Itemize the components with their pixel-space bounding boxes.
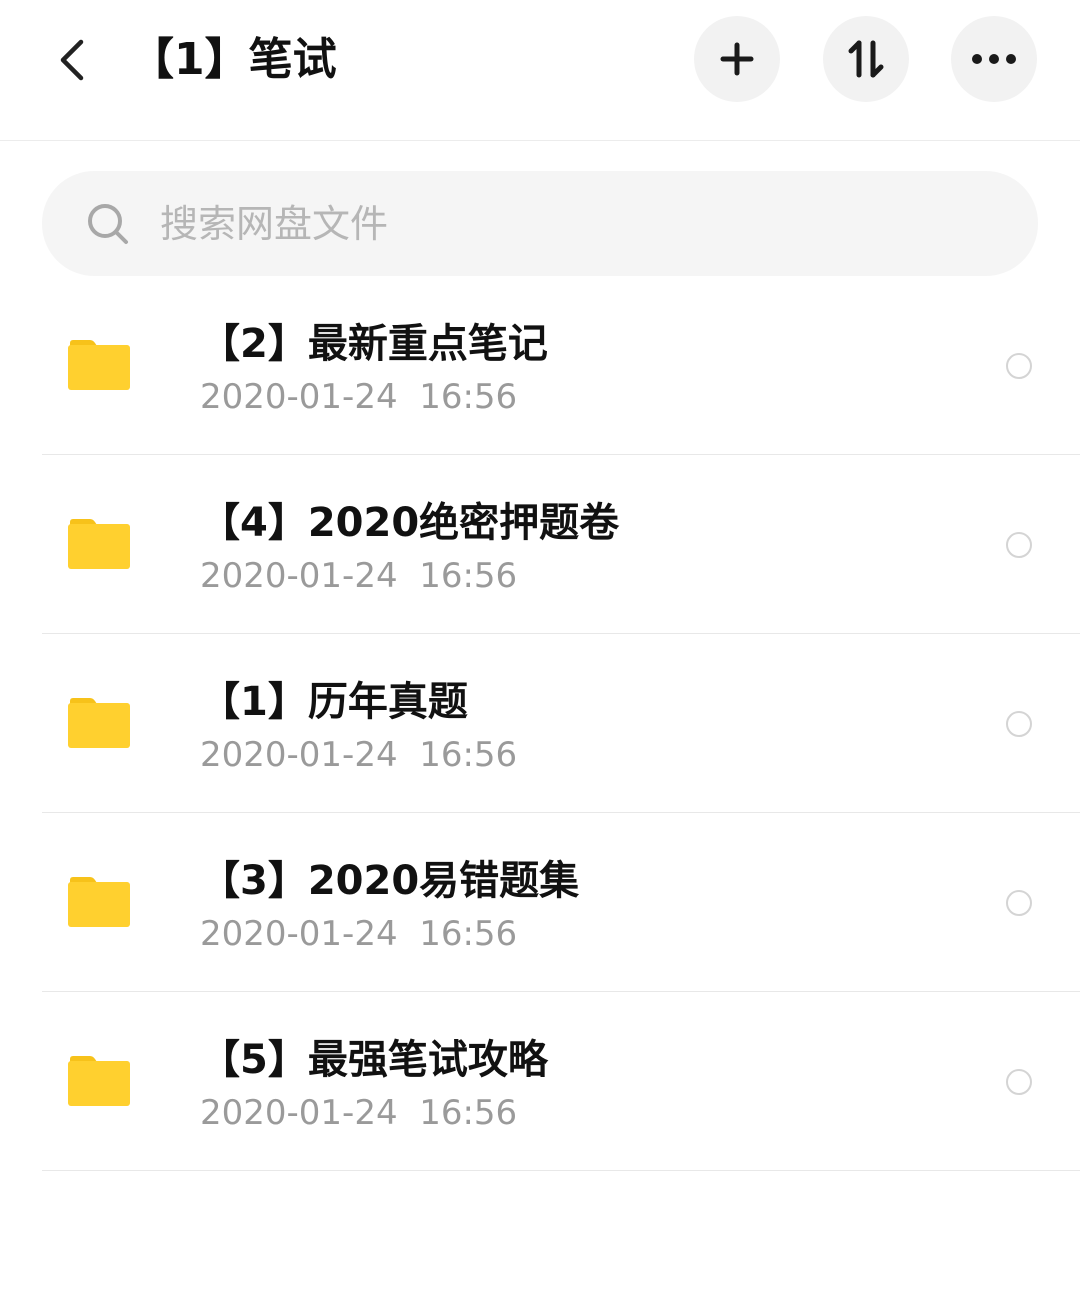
file-name: 【4】2020绝密押题卷 <box>200 500 620 546</box>
list-item[interactable]: 【5】最强笔试攻略 2020-01-24 16:56 <box>0 992 1080 1171</box>
file-date: 2020-01-24 16:56 <box>200 1093 518 1133</box>
list-item[interactable]: 【1】历年真题 2020-01-24 16:56 <box>0 634 1080 813</box>
search-placeholder: 搜索网盘文件 <box>160 202 389 246</box>
file-list: 【2】最新重点笔记 2020-01-24 16:56 【4】2020绝密押题卷 … <box>0 276 1080 1171</box>
add-button[interactable] <box>694 16 780 102</box>
file-name: 【3】2020易错题集 <box>200 858 580 904</box>
select-checkbox[interactable] <box>1006 532 1032 558</box>
select-checkbox[interactable] <box>1006 353 1032 379</box>
file-date: 2020-01-24 16:56 <box>200 556 518 596</box>
plus-icon <box>720 42 754 76</box>
list-item[interactable]: 【3】2020易错题集 2020-01-24 16:56 <box>0 813 1080 992</box>
file-date: 2020-01-24 16:56 <box>200 377 518 417</box>
file-date: 2020-01-24 16:56 <box>200 735 518 775</box>
folder-icon <box>68 340 130 390</box>
divider <box>42 1170 1080 1171</box>
page-title: 【1】笔试 <box>130 34 337 85</box>
back-button[interactable] <box>44 30 100 90</box>
more-dots-icon <box>972 54 1016 64</box>
list-item[interactable]: 【2】最新重点笔记 2020-01-24 16:56 <box>0 276 1080 455</box>
file-date: 2020-01-24 16:56 <box>200 914 518 954</box>
more-button[interactable] <box>951 16 1037 102</box>
folder-icon <box>68 519 130 569</box>
sort-arrows-icon <box>848 40 884 78</box>
folder-icon <box>68 1056 130 1106</box>
folder-icon <box>68 877 130 927</box>
sort-button[interactable] <box>823 16 909 102</box>
file-name: 【1】历年真题 <box>200 679 468 725</box>
search-bar[interactable]: 搜索网盘文件 <box>42 171 1038 276</box>
folder-icon <box>68 698 130 748</box>
chevron-left-icon <box>60 39 84 81</box>
top-bar: 【1】笔试 <box>0 0 1080 141</box>
select-checkbox[interactable] <box>1006 890 1032 916</box>
select-checkbox[interactable] <box>1006 711 1032 737</box>
select-checkbox[interactable] <box>1006 1069 1032 1095</box>
search-icon <box>88 204 128 244</box>
file-name: 【5】最强笔试攻略 <box>200 1037 548 1083</box>
file-name: 【2】最新重点笔记 <box>200 321 548 367</box>
list-item[interactable]: 【4】2020绝密押题卷 2020-01-24 16:56 <box>0 455 1080 634</box>
